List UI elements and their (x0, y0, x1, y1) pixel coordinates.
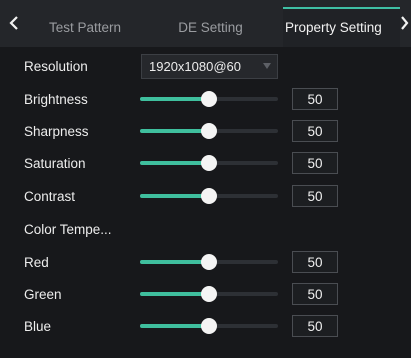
color-temperature-label: Color Tempe... (24, 222, 112, 237)
slider-thumb[interactable] (201, 318, 217, 334)
resolution-value: 1920x1080@60 (149, 59, 241, 74)
slider-thumb[interactable] (201, 188, 217, 204)
slider-fill (140, 97, 209, 101)
tab-property-setting[interactable]: Property Setting (283, 7, 400, 47)
slider-thumb[interactable] (201, 155, 217, 171)
tab-test-pattern[interactable]: Test Pattern (28, 7, 142, 47)
sharpness-label: Sharpness (24, 124, 89, 139)
red-value-field[interactable]: 50 (292, 251, 338, 273)
slider-thumb[interactable] (201, 286, 217, 302)
slider-fill (140, 292, 209, 296)
brightness-value-field[interactable]: 50 (292, 88, 338, 110)
red-slider[interactable] (140, 253, 278, 271)
slider-thumb[interactable] (201, 254, 217, 270)
sharpness-slider[interactable] (140, 122, 278, 140)
green-value-field[interactable]: 50 (292, 283, 338, 305)
slider-thumb[interactable] (201, 123, 217, 139)
contrast-value-field[interactable]: 50 (292, 185, 338, 207)
slider-fill (140, 260, 209, 264)
dropdown-arrow-icon (263, 63, 271, 69)
contrast-label: Contrast (24, 189, 76, 204)
slider-fill (140, 129, 209, 133)
chevron-left-icon (9, 16, 18, 30)
slider-fill (140, 324, 209, 328)
resolution-label: Resolution (24, 59, 88, 74)
tab-scroll-right-button[interactable] (398, 14, 411, 32)
property-settings-panel: Test Pattern DE Setting Property Setting… (0, 0, 411, 358)
blue-value-field[interactable]: 50 (292, 315, 338, 337)
slider-fill (140, 194, 209, 198)
red-label: Red (24, 255, 49, 270)
tab-bar: Test Pattern DE Setting Property Setting (0, 0, 411, 47)
tab-de-setting[interactable]: DE Setting (148, 7, 273, 47)
sharpness-value-field[interactable]: 50 (292, 120, 338, 142)
green-label: Green (24, 287, 62, 302)
blue-label: Blue (24, 319, 52, 334)
saturation-label: Saturation (24, 156, 86, 171)
chevron-right-icon (401, 16, 409, 30)
brightness-slider[interactable] (140, 90, 278, 108)
saturation-value-field[interactable]: 50 (292, 152, 338, 174)
contrast-slider[interactable] (140, 187, 278, 205)
brightness-label: Brightness (24, 92, 88, 107)
green-slider[interactable] (140, 285, 278, 303)
blue-slider[interactable] (140, 317, 278, 335)
saturation-slider[interactable] (140, 154, 278, 172)
tab-scroll-left-button[interactable] (6, 14, 22, 32)
slider-fill (140, 161, 209, 165)
resolution-select[interactable]: 1920x1080@60 (141, 54, 278, 79)
slider-thumb[interactable] (201, 91, 217, 107)
